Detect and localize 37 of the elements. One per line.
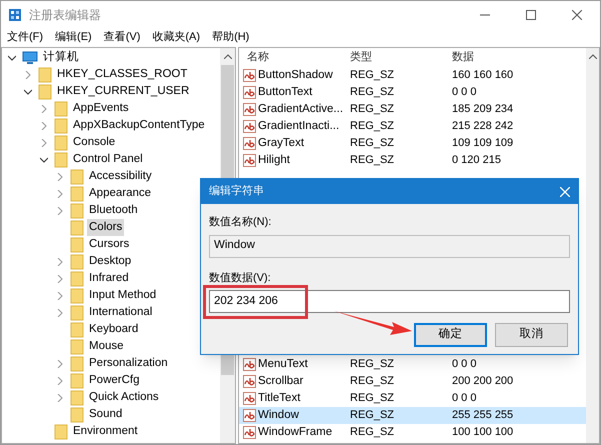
value-name: MenuText — [258, 356, 308, 372]
value-type: REG_SZ — [349, 68, 396, 84]
window-title: 注册表编辑器 — [29, 7, 101, 24]
value-type: REG_SZ — [349, 85, 396, 100]
value-data: 0 0 0 — [451, 85, 478, 100]
value-name: Hilight — [258, 152, 290, 168]
value-name: Scrollbar — [258, 374, 304, 389]
field-label: 数值数据(V): — [209, 270, 272, 286]
value-type: REG_SZ — [349, 374, 396, 390]
value-name: GradientInacti... — [258, 118, 340, 134]
field-label: 数值名称(N): — [209, 215, 272, 230]
value-data: 100 100 100 — [451, 425, 514, 440]
value-type: REG_SZ — [349, 119, 396, 134]
value-data: 0 0 0 — [451, 391, 478, 406]
value-type: REG_SZ — [349, 408, 396, 424]
value-name: TitleText — [258, 390, 300, 406]
value-type: REG_SZ — [349, 136, 396, 152]
value-type: REG_SZ — [349, 425, 396, 440]
value-data: 215 228 242 — [451, 119, 514, 134]
value-type: REG_SZ — [349, 102, 396, 118]
value-name: Window — [258, 408, 299, 423]
value-name: GrayText — [258, 136, 304, 151]
value-name: GradientActive... — [258, 102, 344, 117]
value-type: REG_SZ — [349, 391, 396, 406]
value-name: ButtonShadow — [258, 68, 333, 83]
value-data: 160 160 160 — [451, 68, 514, 84]
value-data: 109 109 109 — [451, 136, 514, 152]
value-data: 200 200 200 — [451, 374, 514, 390]
value-type: REG_SZ — [349, 357, 396, 372]
value-data: 0 120 215 — [451, 153, 502, 168]
value-name: WindowFrame — [258, 424, 332, 440]
value-data: 0 0 0 — [451, 357, 478, 372]
value-data: 255 255 255 — [451, 408, 514, 424]
dialog-title: 编辑字符串 — [209, 184, 264, 200]
value-data: 185 209 234 — [451, 102, 514, 118]
value-name: ButtonText — [258, 84, 312, 100]
value-type: REG_SZ — [349, 153, 396, 168]
